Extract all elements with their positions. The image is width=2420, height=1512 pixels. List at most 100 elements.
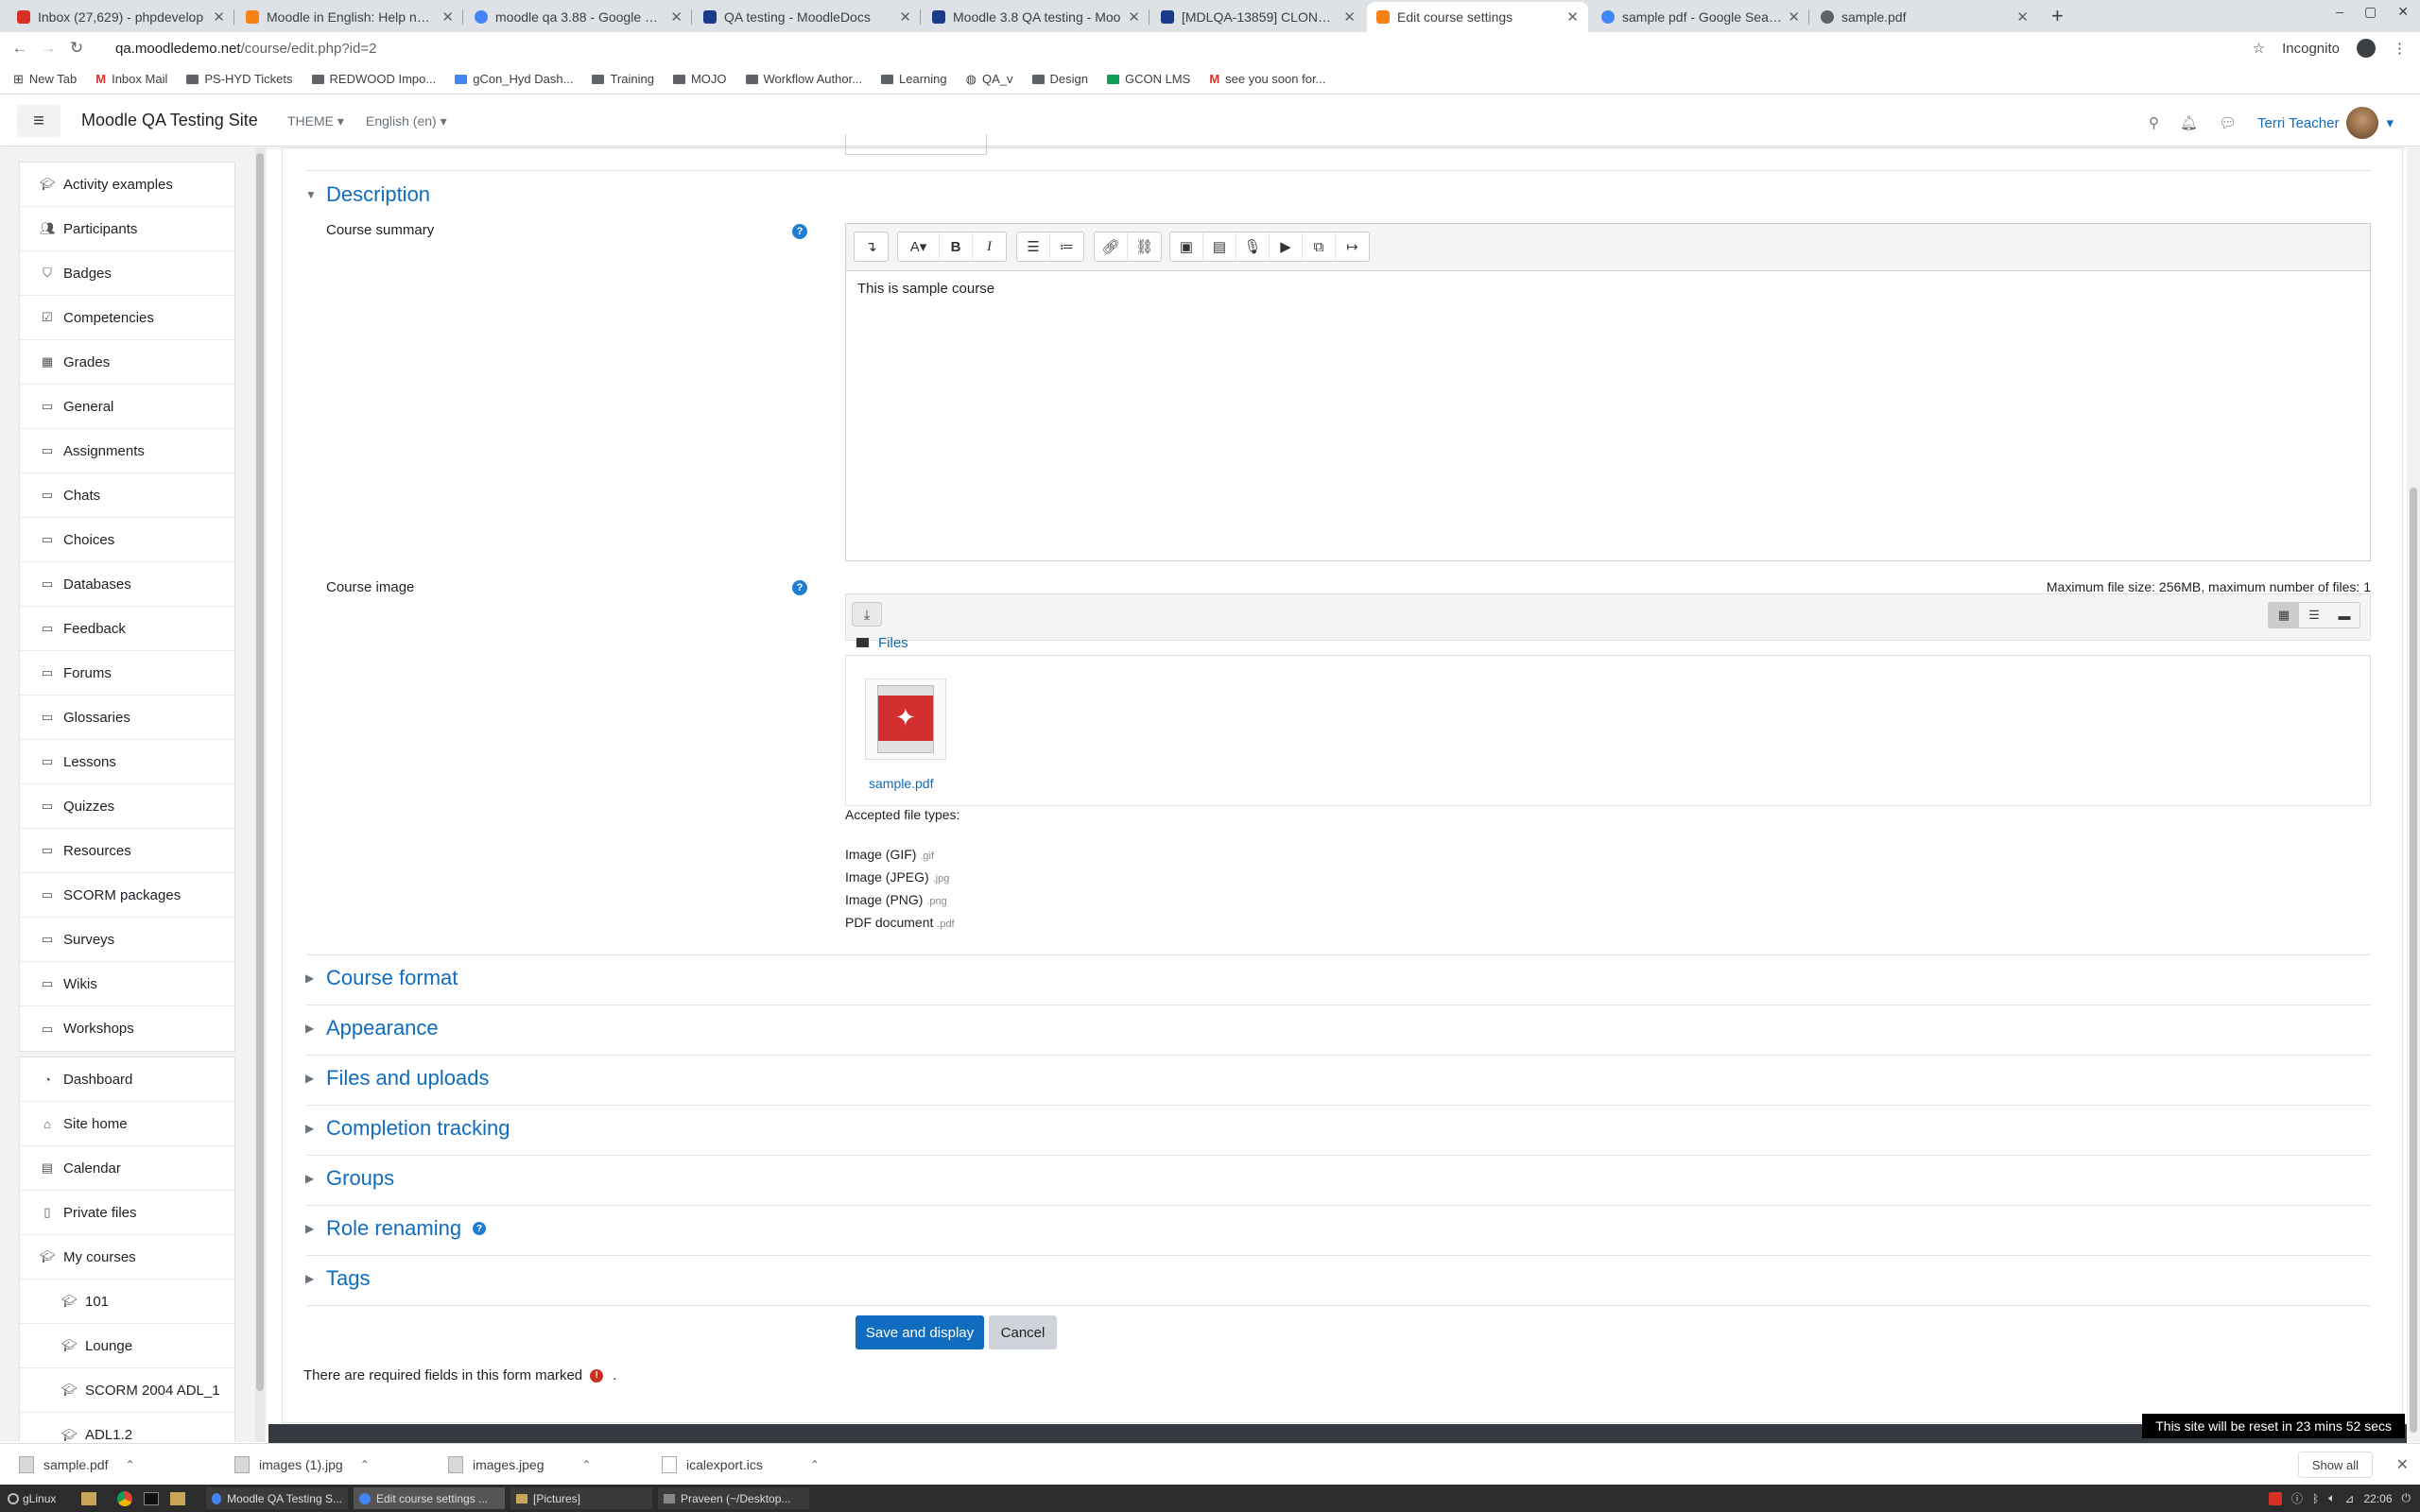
drawer-item-glossaries[interactable]: ▭ Glossaries bbox=[20, 696, 234, 740]
language-menu[interactable]: English (en) ▾ bbox=[366, 113, 447, 129]
drawer-item-private-files[interactable]: ▯ Private files bbox=[20, 1191, 234, 1235]
bluetooth-icon[interactable]: ᛒ bbox=[2312, 1492, 2319, 1505]
tray-app-icon[interactable] bbox=[2268, 1491, 2282, 1505]
copy-icon[interactable]: ⧉ bbox=[1303, 232, 1336, 261]
close-window-icon[interactable]: ✕ bbox=[2397, 4, 2409, 20]
chat-icon[interactable]: 💬︎ bbox=[2219, 114, 2237, 131]
drawer-item-choices[interactable]: ▭ Choices bbox=[20, 518, 234, 562]
browser-tab[interactable]: QA testing - MoodleDocs ✕ bbox=[694, 2, 921, 32]
drawer-item-site-home[interactable]: ⌂ Site home bbox=[20, 1102, 234, 1146]
drawer-item-grades[interactable]: ▦ Grades bbox=[20, 340, 234, 385]
help-icon[interactable]: ? bbox=[792, 224, 807, 239]
address-bar[interactable]: qa.moodledemo.net/course/edit.php?id=2 bbox=[115, 41, 376, 57]
close-tab-icon[interactable]: ✕ bbox=[2016, 9, 2029, 26]
terminal-launcher-icon[interactable] bbox=[138, 1487, 164, 1509]
power-icon[interactable]: ⏻ bbox=[2402, 1491, 2411, 1505]
file-name-link[interactable]: sample.pdf bbox=[869, 776, 933, 791]
bookmark-item[interactable]: ◍ QA_v bbox=[966, 72, 1013, 87]
drawer-item-surveys[interactable]: ▭ Surveys bbox=[20, 918, 234, 962]
section-description[interactable]: ▼ Description bbox=[305, 182, 430, 207]
italic-icon[interactable]: I bbox=[973, 232, 1006, 261]
drawer-item-scorm-packages[interactable]: ▭ SCORM packages bbox=[20, 873, 234, 918]
theme-menu[interactable]: THEME ▾ bbox=[287, 113, 344, 129]
drawer-item-feedback[interactable]: ▭ Feedback bbox=[20, 607, 234, 651]
drawer-item-badges[interactable]: ⛉ Badges bbox=[20, 251, 234, 296]
browser-tab[interactable]: [MDLQA-13859] CLONE - A te✕ bbox=[1151, 2, 1365, 32]
bookmark-folder[interactable]: Design bbox=[1031, 72, 1088, 86]
close-tab-icon[interactable]: ✕ bbox=[1128, 9, 1140, 26]
drawer-item-activity-examples[interactable]: 🎓︎ Activity examples bbox=[20, 163, 234, 207]
page-scrollbar[interactable] bbox=[2407, 147, 2420, 1442]
upload-icon[interactable]: ⤓ bbox=[852, 602, 882, 627]
chevron-up-icon[interactable]: ⌃ bbox=[125, 1458, 134, 1471]
section-groups[interactable]: ▶ Groups bbox=[305, 1166, 394, 1191]
drawer-item-competencies[interactable]: ☑ Competencies bbox=[20, 296, 234, 340]
close-tab-icon[interactable]: ✕ bbox=[899, 9, 911, 26]
chrome-launcher-icon[interactable] bbox=[112, 1487, 138, 1509]
drawer-item-course[interactable]: 🎓︎ SCORM 2004 ADL_1 bbox=[20, 1368, 234, 1413]
section-tags[interactable]: ▶ Tags bbox=[305, 1266, 370, 1291]
download-item[interactable]: images.jpeg ⌃ bbox=[448, 1452, 592, 1478]
media-icon[interactable]: ▤ bbox=[1203, 232, 1236, 261]
download-item[interactable]: icalexport.ics ⌃ bbox=[662, 1452, 820, 1478]
drawer-item-my-courses[interactable]: 🎓︎ My courses bbox=[20, 1235, 234, 1280]
list-view-icon[interactable]: ☰ bbox=[2299, 603, 2329, 627]
drawer-item-quizzes[interactable]: ▭ Quizzes bbox=[20, 784, 234, 829]
drawer-item-course[interactable]: 🎓︎ ADL1.2 bbox=[20, 1413, 234, 1442]
bookmark-folder[interactable]: PS-HYD Tickets bbox=[186, 72, 293, 86]
files-launcher-icon[interactable] bbox=[76, 1487, 102, 1509]
video-icon[interactable]: ▶ bbox=[1270, 232, 1303, 261]
show-all-button[interactable]: Show all bbox=[2297, 1452, 2373, 1478]
drawer-item-forums[interactable]: ▭ Forums bbox=[20, 651, 234, 696]
search-icon[interactable]: ⚲ bbox=[2149, 114, 2159, 131]
page-scrollbar-thumb[interactable] bbox=[2410, 488, 2417, 1433]
files-path-link[interactable]: Files bbox=[878, 635, 908, 651]
bookmark-item[interactable]: GCON LMS bbox=[1106, 72, 1190, 86]
close-tab-icon[interactable]: ✕ bbox=[670, 9, 683, 26]
drawer-scrollbar-thumb[interactable] bbox=[256, 153, 264, 1391]
maximize-icon[interactable]: ▢ bbox=[2364, 4, 2377, 20]
cancel-button[interactable]: Cancel bbox=[989, 1315, 1057, 1349]
taskbar-window[interactable]: [Pictures] bbox=[510, 1487, 652, 1509]
collapse-toolbar-icon[interactable]: ↴ bbox=[855, 232, 888, 261]
download-item[interactable]: images (1).jpg ⌃ bbox=[234, 1452, 370, 1478]
link-icon[interactable]: 🔗︎ bbox=[1095, 232, 1128, 261]
close-tab-icon[interactable]: ✕ bbox=[441, 9, 454, 26]
unlink-icon[interactable]: ⛓ bbox=[1128, 232, 1161, 261]
folder-launcher-icon[interactable] bbox=[164, 1487, 191, 1509]
volume-icon[interactable]: 🔈︎ bbox=[2328, 1491, 2335, 1505]
forward-icon[interactable]: → bbox=[34, 39, 62, 58]
browser-tab[interactable]: sample.pdf ✕ bbox=[1811, 2, 2038, 32]
icon-view-icon[interactable]: ▦ bbox=[2269, 603, 2299, 627]
user-menu[interactable]: Terri Teacher ▾ bbox=[2257, 107, 2394, 139]
minimize-icon[interactable]: – bbox=[2336, 4, 2343, 20]
drawer-item-resources[interactable]: ▭ Resources bbox=[20, 829, 234, 873]
section-files-and-uploads[interactable]: ▶ Files and uploads bbox=[305, 1066, 489, 1091]
bookmark-folder[interactable]: Workflow Author... bbox=[745, 72, 862, 86]
select-field-partial[interactable] bbox=[845, 134, 987, 155]
drawer-scrollbar[interactable] bbox=[255, 147, 265, 1442]
tree-view-icon[interactable]: ▬ bbox=[2329, 603, 2360, 627]
bookmark-folder[interactable]: MOJO bbox=[672, 72, 727, 86]
taskbar-window-active[interactable]: Edit course settings ... bbox=[354, 1487, 505, 1509]
bell-icon[interactable]: 🔔︎ bbox=[2180, 114, 2198, 131]
section-course-format[interactable]: ▶ Course format bbox=[305, 966, 458, 990]
site-name[interactable]: Moodle QA Testing Site bbox=[81, 111, 258, 130]
close-tab-icon[interactable]: ✕ bbox=[1343, 9, 1356, 26]
save-and-display-button[interactable]: Save and display bbox=[856, 1315, 984, 1349]
bullet-list-icon[interactable]: ☰ bbox=[1017, 232, 1050, 261]
bookmark-item[interactable]: M Inbox Mail bbox=[95, 72, 167, 86]
help-icon[interactable]: ? bbox=[792, 580, 807, 595]
drawer-item-course[interactable]: 🎓︎ Lounge bbox=[20, 1324, 234, 1368]
section-role-renaming[interactable]: ▶ Role renaming? bbox=[305, 1216, 487, 1241]
more-icon[interactable]: ↦ bbox=[1336, 232, 1369, 261]
bookmark-item[interactable]: gCon_Hyd Dash... bbox=[455, 72, 573, 86]
browser-tab[interactable]: Moodle in English: Help need ✕ bbox=[236, 2, 463, 32]
drawer-item-chats[interactable]: ▭ Chats bbox=[20, 473, 234, 518]
hamburger-menu-button[interactable]: ≡ bbox=[17, 105, 60, 137]
bookmark-folder[interactable]: Training bbox=[592, 72, 654, 86]
browser-tab[interactable]: sample pdf - Google Search ✕ bbox=[1592, 2, 1809, 32]
taskbar-window[interactable]: Praveen (~/Desktop... bbox=[658, 1487, 809, 1509]
info-icon[interactable]: ⓘ bbox=[2291, 1490, 2303, 1506]
bold-icon[interactable]: B bbox=[940, 232, 973, 261]
